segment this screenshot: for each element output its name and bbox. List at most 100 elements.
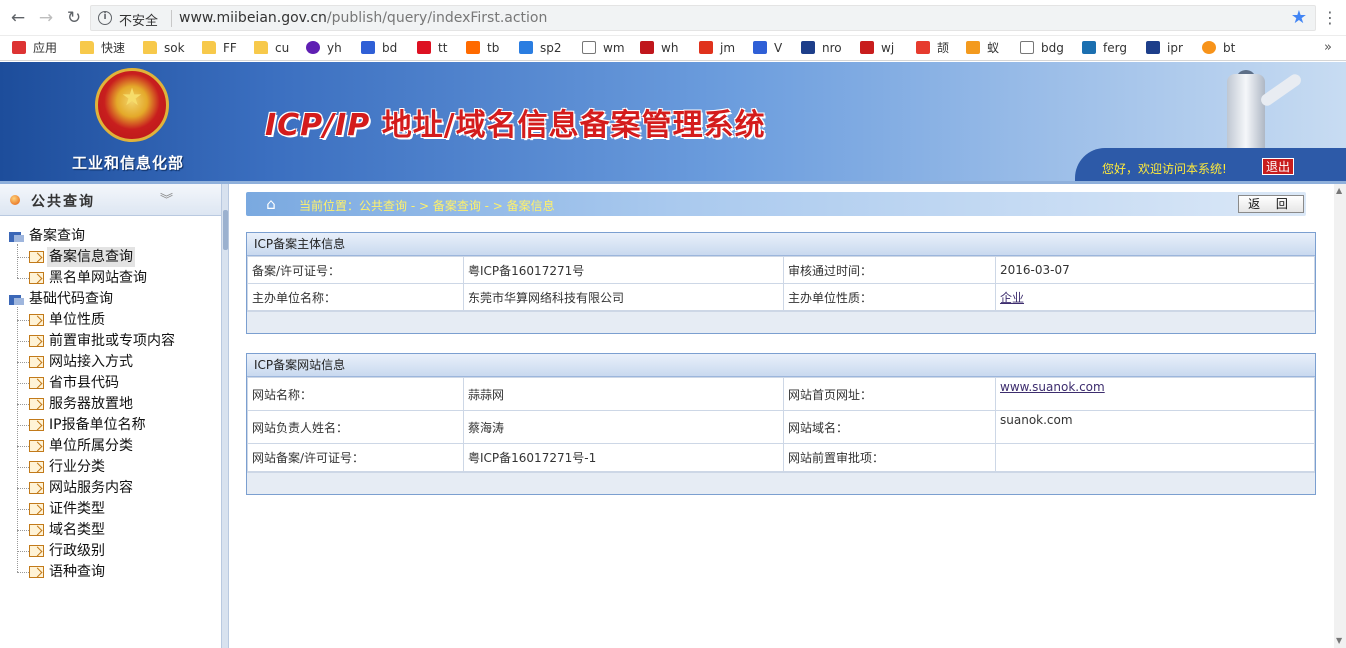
more-bookmarks-icon[interactable]: » [1324, 40, 1332, 55]
huabiao-wing-icon [1258, 71, 1304, 109]
field-value[interactable]: 企业 [995, 283, 1315, 311]
forward-arrow-icon[interactable]: → [35, 7, 57, 29]
bookmark-item[interactable]: jm [699, 40, 735, 57]
page-arrow-icon [29, 482, 44, 494]
bookmark-item[interactable]: ferg [1082, 40, 1127, 57]
table-row: 网站负责人姓名： 蔡海涛 网站域名： suanok.com [247, 410, 1315, 444]
page-arrow-icon [29, 419, 44, 431]
bookmark-item[interactable]: nro [801, 40, 842, 57]
bookmark-item[interactable]: bdg [1020, 40, 1064, 57]
bookmark-label: sp2 [540, 41, 562, 55]
page-arrow-icon [29, 545, 44, 557]
bookmark-item[interactable]: wj [860, 40, 894, 57]
bookmark-item[interactable]: yh [306, 40, 342, 57]
bookmark-item[interactable]: sok [143, 40, 185, 57]
tree-item[interactable]: IP报备单位名称 [49, 415, 146, 435]
tree-item[interactable]: 语种查询 [49, 562, 105, 582]
red-badge-icon [417, 41, 431, 54]
field-value: 粤ICP备16017271号-1 [463, 443, 784, 472]
tree-item[interactable]: 单位性质 [49, 310, 105, 330]
chevron-down-icon[interactable]: ︾ [160, 189, 173, 208]
field-value [995, 443, 1315, 472]
bookmark-item[interactable]: wm [582, 40, 625, 57]
bookmark-item[interactable]: bt [1202, 40, 1235, 57]
bookmark-item[interactable]: bd [361, 40, 397, 57]
back-arrow-icon[interactable]: ← [7, 7, 29, 29]
bookmark-item[interactable]: 蚁 [966, 40, 999, 57]
info-icon[interactable]: i [98, 11, 112, 25]
folder-icon [202, 41, 216, 54]
panel-title: ICP备案网站信息 [247, 354, 1315, 377]
url-text[interactable]: www.miibeian.gov.cn/publish/query/indexF… [179, 10, 547, 26]
tree-item[interactable]: 网站接入方式 [49, 352, 133, 372]
field-value[interactable]: www.suanok.com [995, 377, 1315, 411]
value-link[interactable]: 企业 [1000, 291, 1024, 305]
scroll-down-icon[interactable]: ▼ [1336, 636, 1342, 645]
tree-group[interactable]: 备案查询 [29, 226, 85, 246]
bookmark-item[interactable]: FF [202, 40, 237, 57]
table-row: 主办单位名称： 东莞市华算网络科技有限公司 主办单位性质： 企业 [247, 283, 1315, 311]
sidebar-splitter[interactable] [222, 184, 229, 648]
tree-item[interactable]: 黑名单网站查询 [49, 268, 147, 288]
tree-connector [17, 257, 29, 258]
yahoo-icon [306, 41, 320, 54]
bookmark-label: 颉 [937, 41, 950, 55]
page-scrollbar[interactable] [1334, 184, 1346, 648]
tree-item[interactable]: 证件类型 [49, 499, 105, 519]
bookmark-label: 应用 [33, 41, 58, 55]
tree-group[interactable]: 基础代码查询 [29, 289, 113, 309]
folder-icon [254, 41, 268, 54]
bookmark-label: FF [223, 41, 237, 55]
bookmark-label: wj [881, 41, 895, 55]
bookmark-label: bdg [1041, 41, 1064, 55]
bookmark-item[interactable]: tt [417, 40, 447, 57]
bookmark-item[interactable]: 颉 [916, 40, 949, 57]
scroll-up-icon[interactable]: ▲ [1336, 186, 1342, 195]
tree-item[interactable]: 域名类型 [49, 520, 105, 540]
bookmark-star-icon[interactable]: ★ [1291, 7, 1307, 28]
page-arrow-icon [29, 377, 44, 389]
tree-item[interactable]: 网站服务内容 [49, 478, 133, 498]
breadcrumb-text: 当前位置：公共查询 - > 备案查询 - > 备案信息 [299, 199, 555, 213]
system-title: ICP/IP 地址/域名信息备案管理系统 [265, 108, 766, 143]
bookmark-item[interactable]: sp2 [519, 40, 562, 57]
bookmark-item[interactable]: ipr [1146, 40, 1183, 57]
page-arrow-icon [29, 314, 44, 326]
logout-button[interactable]: 退出 [1262, 158, 1294, 175]
value-link[interactable]: www.suanok.com [1000, 380, 1105, 394]
bookmark-item[interactable]: 应用 [12, 40, 57, 57]
page-arrow-icon [29, 566, 44, 578]
teal-logo-icon [1082, 41, 1096, 54]
reload-icon[interactable]: ↻ [63, 7, 85, 29]
bookmark-item[interactable]: cu [254, 40, 289, 57]
tv-icon [1146, 41, 1160, 54]
bookmark-item[interactable]: 快速 [80, 40, 125, 57]
tree-item[interactable]: 行业分类 [49, 457, 105, 477]
tree-connector [17, 320, 29, 321]
field-label: 网站前置审批项： [783, 443, 996, 472]
back-button[interactable]: 返 回 [1238, 195, 1304, 213]
tree-item[interactable]: 省市县代码 [49, 373, 119, 393]
folder-icon [9, 293, 25, 305]
tree-item[interactable]: 服务器放置地 [49, 394, 133, 414]
bookmark-label: wh [661, 41, 679, 55]
tree-item[interactable]: 备案信息查询 [47, 247, 135, 267]
bookmark-item[interactable]: tb [466, 40, 499, 57]
bookmark-item[interactable]: wh [640, 40, 678, 57]
tree-item[interactable]: 前置审批或专项内容 [49, 331, 175, 351]
tree-item[interactable]: 行政级别 [49, 541, 105, 561]
bookmark-label: nro [822, 41, 842, 55]
tree-connector [17, 467, 29, 468]
sidebar-header[interactable]: 公共查询 ︾ [0, 184, 221, 216]
tree-item[interactable]: 单位所属分类 [49, 436, 133, 456]
page-arrow-icon [29, 251, 44, 263]
splitter-grip[interactable] [223, 210, 228, 250]
bookmark-label: tt [438, 41, 448, 55]
bookmark-item[interactable]: V [753, 40, 782, 57]
address-bar[interactable]: i 不安全 www.miibeian.gov.cn/publish/query/… [90, 5, 1316, 31]
field-label: 主办单位性质： [783, 283, 996, 311]
website-info-panel: ICP备案网站信息 网站名称： 蒜蒜网 网站首页网址： www.suanok.com 网… [246, 353, 1316, 495]
bookmark-label: wm [603, 41, 625, 55]
ministry-name: 工业和信息化部 [72, 154, 185, 172]
browser-menu-icon[interactable]: ⋮ [1322, 8, 1338, 27]
